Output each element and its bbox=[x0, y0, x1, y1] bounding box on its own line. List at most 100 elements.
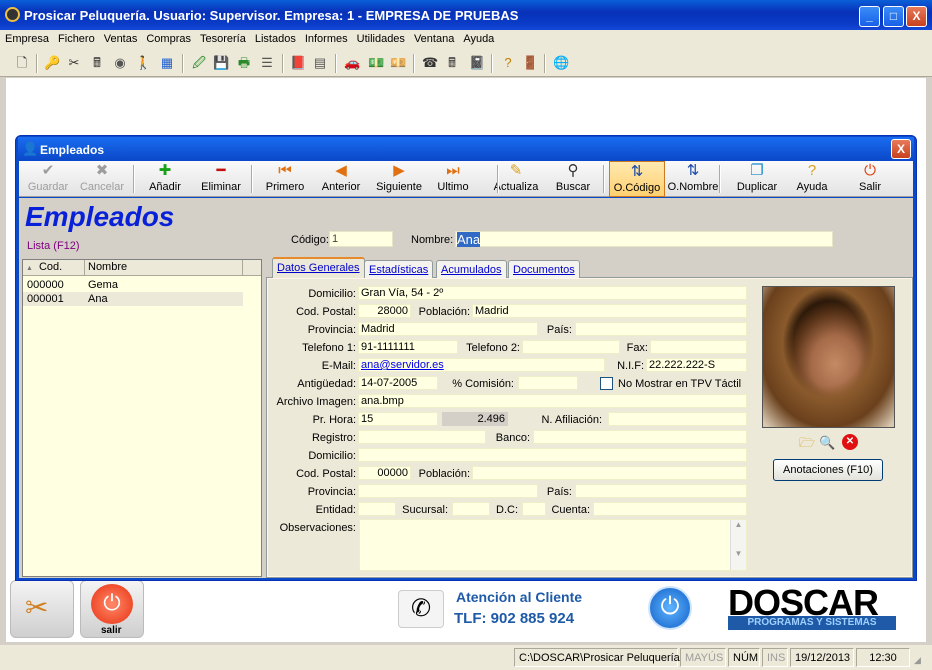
archivo-imagen-field[interactable]: ana.bmp bbox=[358, 394, 747, 408]
list-item[interactable]: 000000 Gema bbox=[23, 278, 243, 292]
anadir-button[interactable]: ✚ Añadir bbox=[139, 161, 191, 197]
menu-tesoreria[interactable]: Tesorería bbox=[195, 30, 250, 45]
antiguedad-field[interactable]: 14-07-2005 bbox=[358, 376, 438, 390]
cash-register-icon[interactable]: 🖩 bbox=[89, 55, 105, 71]
tab-acumulados[interactable]: Acumulados bbox=[436, 260, 507, 278]
codigo-field[interactable]: 1 bbox=[329, 231, 393, 247]
menu-ventana[interactable]: Ventana bbox=[409, 30, 458, 45]
edit-document-icon[interactable]: 🖉 bbox=[191, 55, 207, 71]
guardar-button[interactable]: ✔ Guardar bbox=[23, 161, 73, 197]
provincia-field[interactable]: Madrid bbox=[358, 322, 538, 336]
person-icon[interactable]: 🚶 bbox=[135, 55, 151, 71]
menu-listados[interactable]: Listados bbox=[250, 30, 300, 45]
save-green-icon[interactable]: 💾 bbox=[213, 55, 229, 71]
domicilio-field[interactable]: Gran Vía, 54 - 2º bbox=[358, 286, 747, 300]
afiliacion-field[interactable] bbox=[608, 412, 747, 426]
notebook-icon[interactable]: 📓 bbox=[469, 55, 485, 71]
list-icon[interactable]: ☰ bbox=[259, 55, 275, 71]
resize-grip-icon[interactable]: ◢ bbox=[914, 655, 921, 666]
observaciones-textarea[interactable] bbox=[359, 519, 747, 571]
poblacion-field[interactable]: Madrid bbox=[472, 304, 747, 318]
open-folder-icon[interactable]: 🗁 bbox=[799, 435, 815, 451]
primero-button[interactable]: ⏮ Primero bbox=[257, 161, 313, 197]
list-column-nombre[interactable]: Nombre bbox=[85, 260, 243, 276]
pizza-icon[interactable]: ◉ bbox=[112, 55, 128, 71]
delete-photo-icon[interactable]: ✕ bbox=[842, 434, 858, 450]
poblacion-banco-field[interactable] bbox=[472, 466, 747, 480]
tab-datos-generales[interactable]: Datos Generales bbox=[272, 257, 365, 278]
list-item-selected[interactable]: 000001 Ana bbox=[23, 292, 243, 306]
scroll-down-icon[interactable]: ▼ bbox=[731, 549, 746, 558]
cod-postal-banco-field[interactable]: 00000 bbox=[358, 466, 411, 480]
email-field[interactable]: ana@servidor.es bbox=[358, 358, 605, 372]
tools-launcher-button[interactable]: ✂ bbox=[10, 580, 74, 638]
exit-door-icon[interactable]: 🚪 bbox=[522, 55, 538, 71]
domicilio-banco-field[interactable] bbox=[358, 448, 747, 462]
cancelar-button[interactable]: ✖ Cancelar bbox=[77, 161, 127, 197]
entidad-field[interactable] bbox=[358, 502, 396, 516]
calculator-icon[interactable]: 🖩 bbox=[444, 55, 460, 71]
menu-ventas[interactable]: Ventas bbox=[99, 30, 142, 45]
new-document-icon[interactable]: 🗋 bbox=[14, 55, 30, 71]
eliminar-button[interactable]: ━ Eliminar bbox=[195, 161, 247, 197]
minimize-button[interactable]: _ bbox=[859, 6, 880, 27]
menu-utilidades[interactable]: Utilidades bbox=[352, 30, 409, 45]
nif-field[interactable]: 22.222.222-S bbox=[646, 358, 747, 372]
provincia-banco-field[interactable] bbox=[358, 484, 538, 498]
telefono1-field[interactable]: 91-1111111 bbox=[358, 340, 458, 354]
pr-hora-field[interactable]: 15 bbox=[358, 412, 438, 426]
salir-launcher-button[interactable]: ⏻ salir bbox=[80, 580, 144, 638]
color-grid-icon[interactable]: ▦ bbox=[159, 55, 175, 71]
red-book-icon[interactable]: 📕 bbox=[290, 55, 306, 71]
phone-icon[interactable]: ☎ bbox=[422, 55, 438, 71]
duplicar-button[interactable]: ❐ Duplicar bbox=[731, 161, 783, 197]
employees-close-button[interactable]: X bbox=[891, 139, 911, 159]
observaciones-scrollbar[interactable]: ▲ ▼ bbox=[730, 520, 746, 570]
close-button[interactable]: X bbox=[906, 6, 927, 27]
cuenta-field[interactable] bbox=[593, 502, 747, 516]
email-link[interactable]: ana@servidor.es bbox=[361, 359, 444, 371]
nombre-field[interactable]: Ana bbox=[455, 231, 833, 247]
menu-empresa[interactable]: Empresa bbox=[0, 30, 53, 45]
printer-green-icon[interactable]: 🖶 bbox=[236, 55, 252, 71]
ayuda-button[interactable]: ? Ayuda bbox=[787, 161, 837, 197]
money-green-icon[interactable]: 💵 bbox=[368, 55, 384, 71]
sucursal-field[interactable] bbox=[452, 502, 490, 516]
o-codigo-button[interactable]: ⇅ O.Código bbox=[609, 161, 665, 197]
siguiente-button[interactable]: ▶ Siguiente bbox=[369, 161, 429, 197]
ultimo-button[interactable]: ⏭ Ultimo bbox=[429, 161, 477, 197]
salir-button[interactable]: ⏻ Salir bbox=[841, 161, 899, 197]
o-nombre-button[interactable]: ⇅ O.Nombre bbox=[665, 161, 721, 197]
globe-icon[interactable]: 🌐 bbox=[553, 55, 569, 71]
telefono2-field[interactable] bbox=[522, 340, 620, 354]
actualiza-button[interactable]: ✎ Actualiza bbox=[487, 161, 545, 197]
tab-estadisticas[interactable]: Estadísticas bbox=[364, 260, 434, 278]
scissors-icon[interactable]: ✂ bbox=[66, 55, 82, 71]
banco-field[interactable] bbox=[533, 430, 747, 444]
registro-field[interactable] bbox=[358, 430, 486, 444]
anterior-button[interactable]: ◀ Anterior bbox=[315, 161, 367, 197]
preview-icon[interactable]: 🔍 bbox=[819, 435, 835, 451]
help-icon[interactable]: ? bbox=[500, 55, 516, 71]
tab-documentos[interactable]: Documentos bbox=[508, 260, 580, 278]
menu-compras[interactable]: Compras bbox=[141, 30, 195, 45]
money-red-icon[interactable]: 💴 bbox=[390, 55, 406, 71]
car-icon[interactable]: 🚗 bbox=[344, 55, 360, 71]
lista-link[interactable]: Lista (F12) bbox=[27, 240, 80, 252]
dc-field[interactable] bbox=[522, 502, 546, 516]
pais-field[interactable] bbox=[575, 322, 747, 336]
no-tpv-checkbox[interactable] bbox=[600, 377, 613, 390]
employee-list[interactable] bbox=[22, 259, 262, 577]
menu-informes[interactable]: Informes bbox=[300, 30, 352, 45]
comision-field[interactable] bbox=[518, 376, 578, 390]
buscar-button[interactable]: ⚲ Buscar bbox=[547, 161, 599, 197]
anotaciones-button[interactable]: Anotaciones (F10) bbox=[773, 459, 883, 481]
grid-sheet-icon[interactable]: ▤ bbox=[312, 55, 328, 71]
maximize-button[interactable]: □ bbox=[883, 6, 904, 27]
menu-ayuda[interactable]: Ayuda bbox=[458, 30, 498, 45]
power-blue-icon[interactable]: ⏻ bbox=[648, 586, 692, 630]
scroll-up-icon[interactable]: ▲ bbox=[731, 520, 746, 529]
fax-field[interactable] bbox=[650, 340, 747, 354]
cod-postal-field[interactable]: 28000 bbox=[358, 304, 411, 318]
list-column-cod[interactable]: ▲ Cod. bbox=[23, 260, 85, 276]
